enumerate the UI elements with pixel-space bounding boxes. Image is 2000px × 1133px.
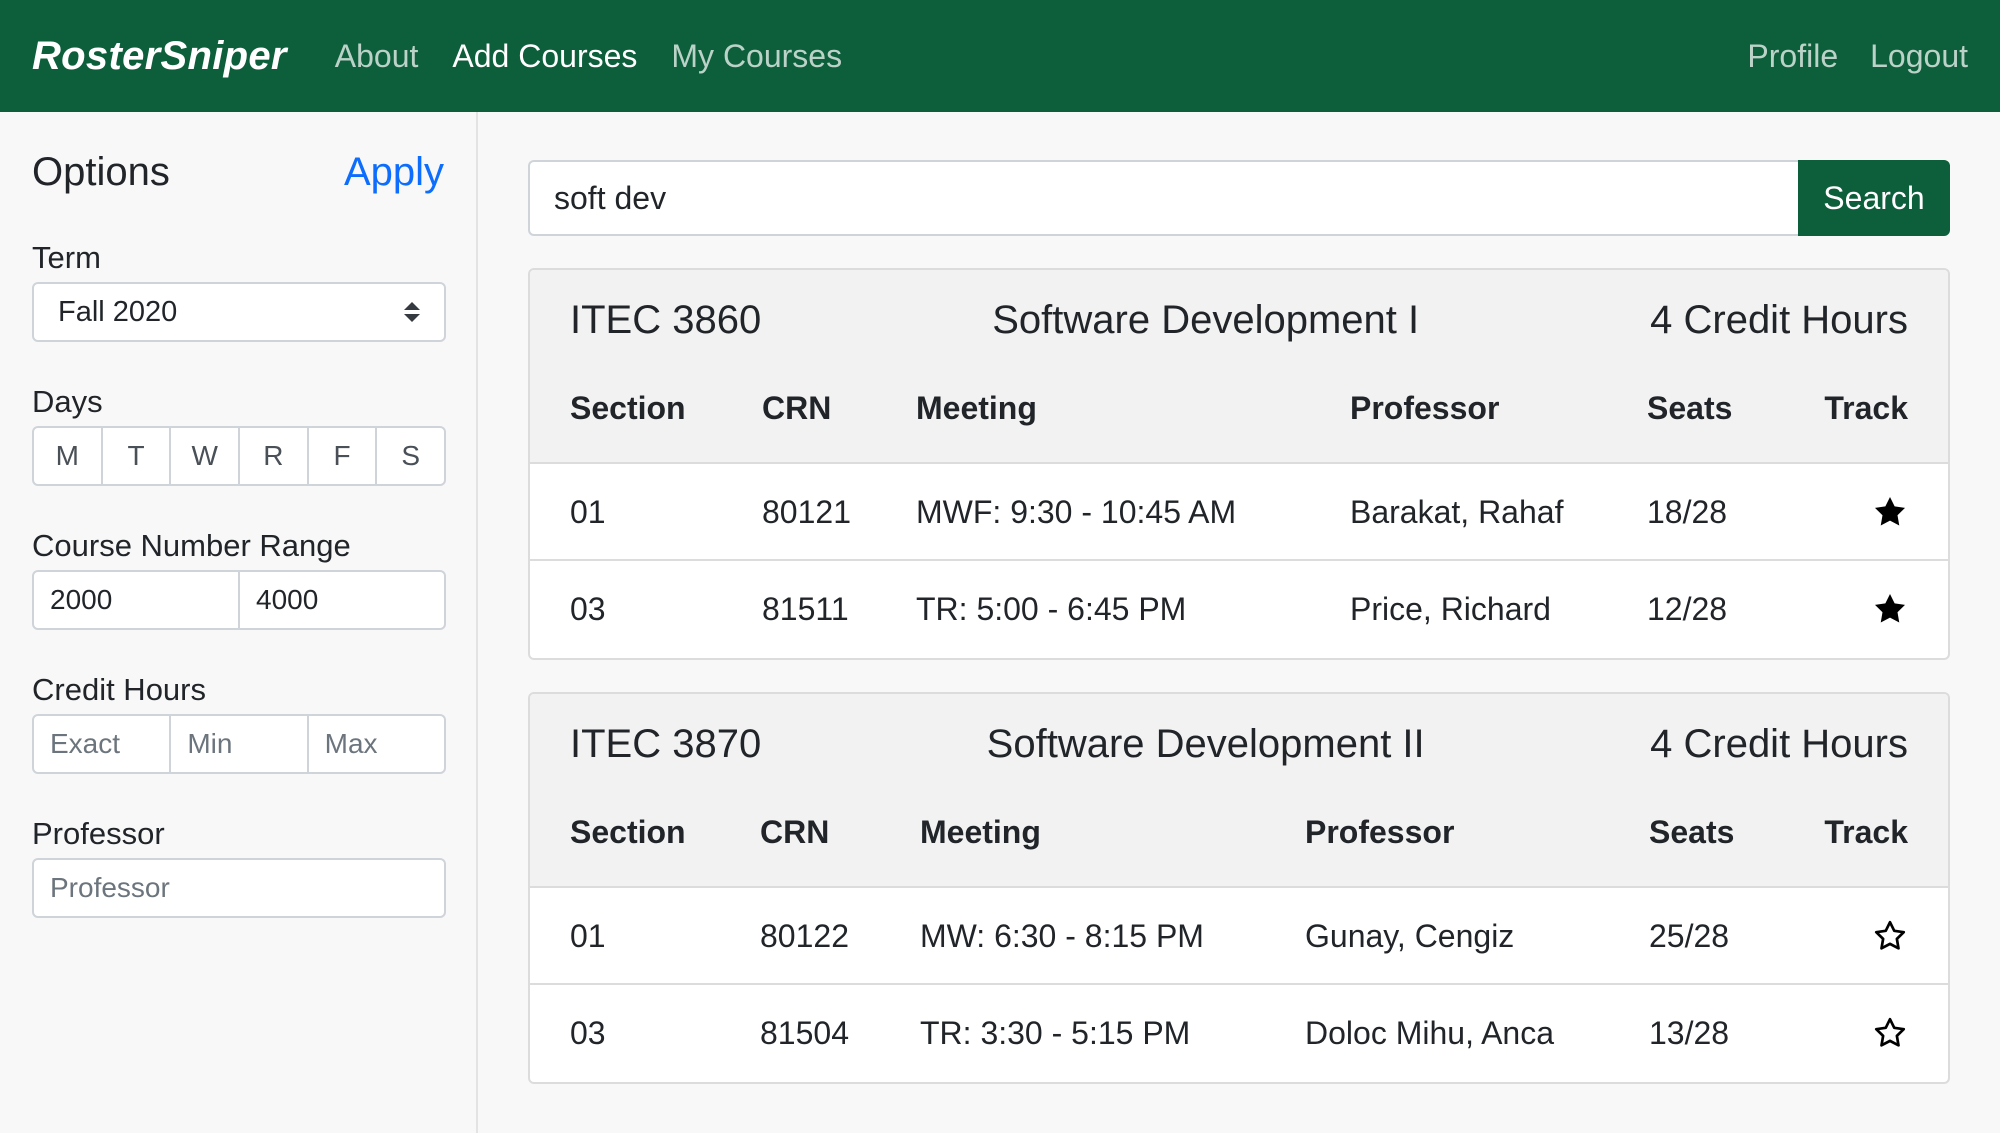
days-toggle-group: M T W R F S: [32, 426, 446, 486]
professor-cell: Gunay, Cengiz: [1305, 918, 1515, 954]
col-track: Track: [1824, 814, 1908, 850]
day-toggle-m[interactable]: M: [34, 428, 103, 484]
col-seats: Seats: [1647, 390, 1733, 426]
col-section: Section: [570, 814, 686, 850]
professor-cell: Barakat, Rahaf: [1350, 494, 1564, 530]
table-row: 01 80121 MWF: 9:30 - 10:45 AM Barakat, R…: [530, 464, 1948, 561]
days-label: Days: [32, 384, 103, 419]
course-code: ITEC 3870: [570, 721, 762, 766]
seats-cell: 13/28: [1649, 1015, 1730, 1051]
nav-logout[interactable]: Logout: [1870, 38, 1968, 75]
credit-exact-input[interactable]: Exact: [34, 716, 172, 772]
search-button[interactable]: Search: [1798, 160, 1950, 236]
table-row: 01 80122 MW: 6:30 - 8:15 PM Gunay, Cengi…: [530, 888, 1948, 985]
col-section: Section: [570, 390, 686, 426]
search-input[interactable]: soft dev: [528, 160, 1798, 236]
crn-cell: 80121: [762, 494, 851, 530]
term-label: Term: [32, 240, 101, 275]
star-outline-icon[interactable]: [1872, 1015, 1908, 1051]
course-code: ITEC 3860: [570, 297, 762, 342]
credit-min-input[interactable]: Min: [171, 716, 309, 772]
meeting-cell: TR: 3:30 - 5:15 PM: [920, 1015, 1191, 1051]
day-toggle-f[interactable]: F: [309, 428, 378, 484]
select-caret-icon: [404, 302, 420, 322]
meeting-cell: TR: 5:00 - 6:45 PM: [916, 591, 1187, 627]
day-toggle-w[interactable]: W: [171, 428, 241, 484]
section-cell: 01: [570, 494, 606, 530]
section-cell: 03: [570, 591, 606, 627]
course-title-row: ITEC 3860 Software Development I 4 Credi…: [570, 292, 1908, 348]
star-outline-icon[interactable]: [1872, 918, 1908, 954]
range-min-input[interactable]: 2000: [34, 572, 240, 628]
col-crn: CRN: [760, 814, 830, 850]
crn-cell: 81504: [760, 1015, 849, 1051]
crn-cell: 80122: [760, 918, 849, 954]
crn-cell: 81511: [762, 591, 849, 627]
seats-cell: 12/28: [1647, 591, 1728, 627]
course-title: Software Development II: [986, 721, 1425, 766]
course-card-header: ITEC 3870 Software Development II 4 Cred…: [530, 694, 1948, 888]
seats-cell: 18/28: [1647, 494, 1728, 530]
course-credits: 4 Credit Hours: [1650, 297, 1908, 342]
col-seats: Seats: [1649, 814, 1735, 850]
meeting-cell: MWF: 9:30 - 10:45 AM: [916, 494, 1237, 530]
top-navbar: RosterSniper About Add Courses My Course…: [0, 0, 2000, 112]
professor-label: Professor: [32, 816, 165, 851]
star-filled-icon[interactable]: [1872, 591, 1908, 627]
col-professor: Professor: [1350, 390, 1500, 426]
table-row: 03 81504 TR: 3:30 - 5:15 PM Doloc Mihu, …: [530, 985, 1948, 1082]
main-content: soft dev Search ITEC 3860 Software Devel…: [478, 112, 2000, 1133]
col-crn: CRN: [762, 390, 832, 426]
nav-my-courses[interactable]: My Courses: [671, 38, 842, 75]
course-card-header: ITEC 3860 Software Development I 4 Credi…: [530, 270, 1948, 464]
nav-add-courses[interactable]: Add Courses: [452, 38, 637, 75]
course-title-row: ITEC 3870 Software Development II 4 Cred…: [570, 716, 1908, 772]
nav-right-group: Profile Logout: [1715, 38, 1968, 75]
term-select[interactable]: Fall 2020: [32, 282, 446, 342]
day-toggle-r[interactable]: R: [240, 428, 309, 484]
options-title: Options: [32, 149, 170, 194]
options-sidebar: Options Apply Term Fall 2020 Days M T W …: [0, 112, 478, 1133]
credit-max-input[interactable]: Max: [309, 716, 444, 772]
nav-profile[interactable]: Profile: [1747, 38, 1838, 75]
section-cell: 03: [570, 1015, 606, 1051]
nav-about[interactable]: About: [335, 38, 419, 75]
brand-logo[interactable]: RosterSniper: [32, 34, 287, 79]
col-meeting: Meeting: [920, 814, 1041, 850]
professor-cell: Doloc Mihu, Anca: [1305, 1015, 1555, 1051]
course-card: ITEC 3870 Software Development II 4 Cred…: [528, 692, 1950, 1084]
course-card: ITEC 3860 Software Development I 4 Credi…: [528, 268, 1950, 660]
column-header-row: Section CRN Meeting Professor Seats Trac…: [530, 814, 1948, 858]
col-track: Track: [1824, 390, 1908, 426]
column-header-row: Section CRN Meeting Professor Seats Trac…: [530, 390, 1948, 434]
col-professor: Professor: [1305, 814, 1455, 850]
professor-cell: Price, Richard: [1350, 591, 1551, 627]
star-filled-icon[interactable]: [1872, 494, 1908, 530]
col-meeting: Meeting: [916, 390, 1037, 426]
term-selected-value: Fall 2020: [58, 295, 178, 328]
table-row: 03 81511 TR: 5:00 - 6:45 PM Price, Richa…: [530, 561, 1948, 658]
options-header: Options Apply: [32, 146, 444, 198]
course-credits: 4 Credit Hours: [1650, 721, 1908, 766]
range-max-input[interactable]: 4000: [240, 572, 444, 628]
seats-cell: 25/28: [1649, 918, 1730, 954]
search-bar: soft dev Search: [528, 160, 1950, 236]
professor-input[interactable]: Professor: [32, 858, 446, 918]
course-range-group: 2000 4000: [32, 570, 446, 630]
day-toggle-t[interactable]: T: [103, 428, 172, 484]
credit-hours-group: Exact Min Max: [32, 714, 446, 774]
apply-button[interactable]: Apply: [344, 150, 444, 195]
day-toggle-s[interactable]: S: [377, 428, 444, 484]
credit-hours-label: Credit Hours: [32, 672, 206, 707]
section-cell: 01: [570, 918, 606, 954]
meeting-cell: MW: 6:30 - 8:15 PM: [920, 918, 1204, 954]
course-title: Software Development I: [992, 297, 1420, 342]
range-label: Course Number Range: [32, 528, 351, 563]
